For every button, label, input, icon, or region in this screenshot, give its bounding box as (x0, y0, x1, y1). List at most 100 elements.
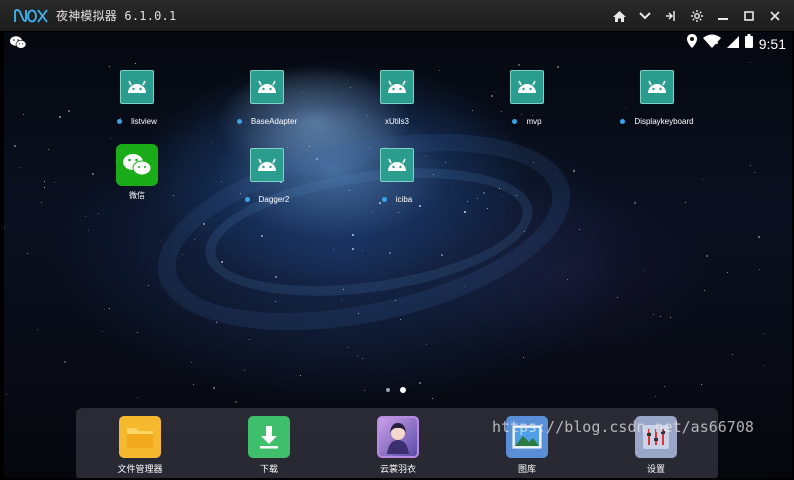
app-label: 微信 (129, 190, 145, 200)
star (502, 196, 503, 197)
android-screen[interactable]: 9:51 listview BaseAdapter xUtils3 mvp Di… (4, 32, 792, 478)
close-icon[interactable] (762, 0, 788, 32)
dock-item-downloads[interactable]: 下载 (229, 416, 309, 475)
star (137, 397, 138, 398)
star (244, 370, 245, 371)
app-icon-listview[interactable]: listview (82, 70, 192, 128)
minimize-icon[interactable] (710, 0, 736, 32)
maximize-icon[interactable] (736, 0, 762, 32)
star (362, 250, 363, 251)
star (110, 138, 111, 139)
star (655, 396, 656, 397)
page-indicator (386, 387, 406, 393)
app-icon-xutils3[interactable]: xUtils3 (342, 70, 452, 128)
star (348, 347, 349, 348)
star (579, 229, 580, 230)
dock-label: 图库 (517, 464, 536, 474)
star (193, 384, 194, 385)
app-icon-dagger2[interactable]: Dagger2 (212, 148, 322, 206)
app-icon-displaykeyboard[interactable]: Displaykeyboard (602, 70, 712, 128)
chevron-down-icon[interactable] (632, 0, 658, 32)
dock-item-game[interactable]: 云裳羽衣 (358, 416, 438, 475)
star (19, 167, 20, 168)
star (732, 354, 733, 355)
star (395, 300, 396, 301)
star (203, 223, 205, 225)
star (54, 182, 55, 183)
star (750, 62, 751, 63)
new-app-dot (512, 118, 518, 124)
star (398, 212, 399, 213)
star (249, 339, 250, 340)
star (221, 261, 223, 263)
star (352, 234, 354, 236)
star (98, 213, 99, 214)
star (68, 110, 70, 112)
android-icon (380, 70, 414, 104)
dock-item-file-manager[interactable]: 文件管理器 (100, 416, 180, 475)
star (400, 319, 401, 320)
star (275, 301, 276, 302)
star (533, 162, 534, 163)
app-icon-mvp[interactable]: mvp (472, 70, 582, 128)
star (59, 116, 61, 118)
star (701, 384, 702, 385)
star (211, 142, 212, 143)
star (653, 314, 654, 315)
star (477, 198, 478, 199)
star (634, 202, 636, 204)
home-icon[interactable] (606, 0, 632, 32)
star (85, 216, 86, 217)
page-dot[interactable] (386, 388, 390, 392)
star (617, 297, 618, 298)
app-label: Displaykeyboard (634, 116, 694, 126)
watermark: https://blog.csdn.net/as66708 (492, 418, 754, 436)
app-label: listview (131, 116, 157, 126)
star (48, 149, 49, 150)
star (660, 316, 661, 317)
star (14, 145, 16, 147)
star (23, 114, 24, 115)
new-app-dot (620, 118, 626, 124)
app-label: Dagger2 (258, 194, 290, 204)
star (44, 187, 45, 188)
dock-label: 文件管理器 (117, 464, 163, 474)
star (727, 272, 728, 273)
star (27, 253, 28, 254)
app-icon-wechat[interactable]: 微信 (82, 144, 192, 202)
star (44, 181, 45, 182)
star (644, 270, 645, 271)
star (235, 401, 237, 403)
star (516, 195, 517, 196)
star (182, 254, 183, 255)
star (37, 329, 38, 330)
settings-icon[interactable] (684, 0, 710, 32)
emulator-title-bar: 夜神模拟器 6.1.0.1 (0, 0, 794, 32)
wechat-icon (10, 36, 27, 54)
pin-icon[interactable] (658, 0, 684, 32)
star (322, 137, 323, 138)
app-label: xUtils3 (384, 116, 409, 126)
app-label: iciba (395, 194, 413, 204)
star (557, 66, 559, 68)
star (426, 344, 427, 345)
star (419, 382, 421, 384)
star (352, 248, 354, 250)
app-icon-baseadapter[interactable]: BaseAdapter (212, 70, 322, 128)
new-app-dot (117, 118, 123, 124)
star (706, 255, 708, 257)
dock-label: 云裳羽衣 (379, 464, 416, 474)
app-label: mvp (526, 116, 542, 126)
star (275, 276, 277, 278)
app-label: BaseAdapter (250, 116, 298, 126)
nox-logo (14, 8, 48, 24)
status-clock: 9:51 (758, 35, 786, 52)
star (483, 192, 485, 194)
star (702, 179, 703, 180)
app-icon-iciba[interactable]: iciba (342, 148, 452, 206)
new-app-dot (236, 118, 242, 124)
android-icon (250, 70, 284, 104)
star (764, 365, 765, 366)
star (109, 308, 110, 309)
page-dot-active[interactable] (400, 387, 406, 393)
